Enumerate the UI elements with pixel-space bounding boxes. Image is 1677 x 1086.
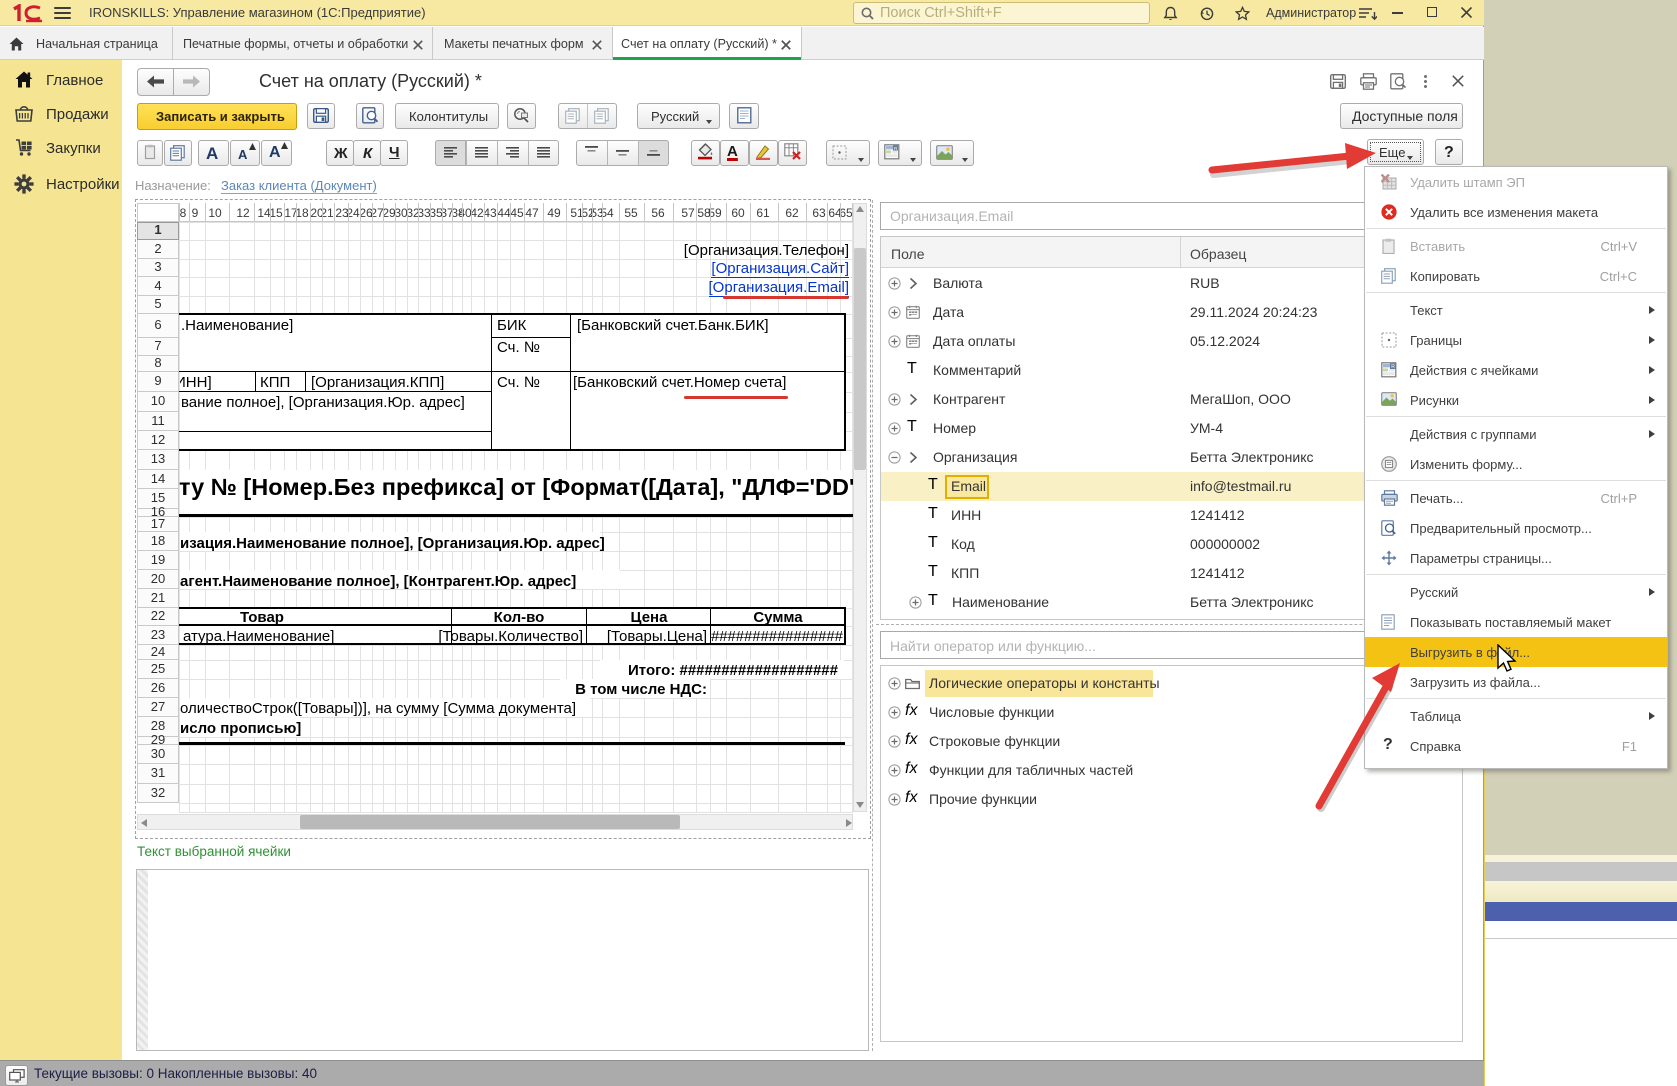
svg-text:R: R <box>1391 364 1395 370</box>
